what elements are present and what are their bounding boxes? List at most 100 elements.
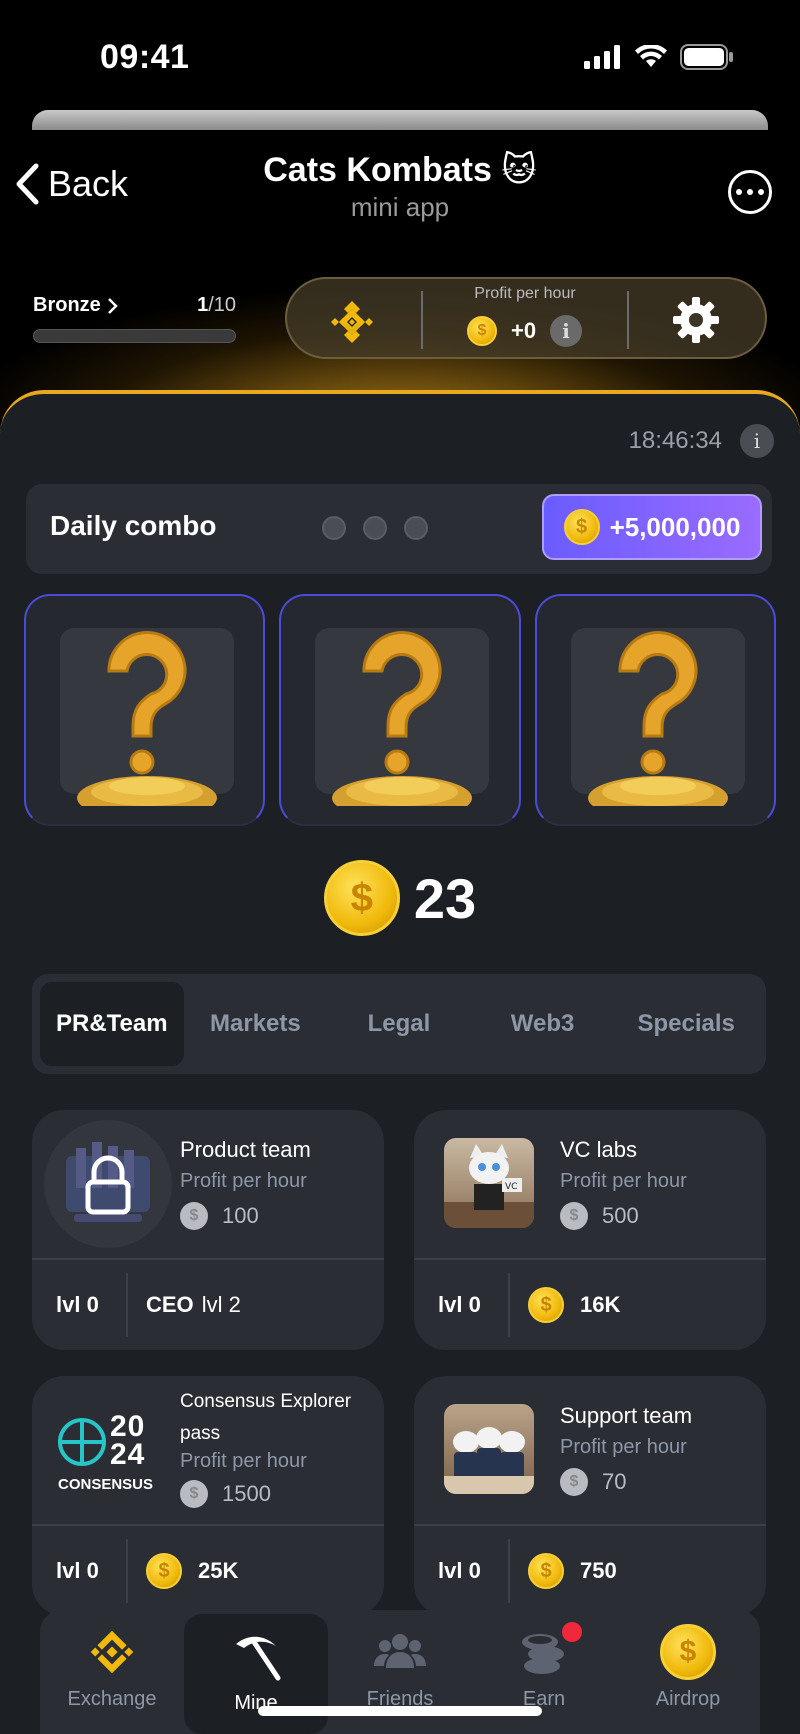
card-bottom: lvl 0 $ 16K xyxy=(414,1260,766,1350)
info-icon[interactable]: i xyxy=(740,424,774,458)
more-options-button[interactable] xyxy=(728,170,772,214)
tab-specials[interactable]: Specials xyxy=(614,982,758,1066)
card-title: Consensus Explorer pass xyxy=(180,1391,352,1444)
nav-label: Airdrop xyxy=(655,1688,721,1710)
balance-value: 23 xyxy=(413,866,477,930)
combo-timer: 18:46:34 i xyxy=(629,424,774,458)
daily-combo-title: Daily combo xyxy=(50,510,217,541)
card-level: lvl 0 xyxy=(438,1292,481,1317)
consensus-logo: 20 24 CONSENSUS xyxy=(56,1412,166,1502)
home-indicator xyxy=(258,1706,542,1716)
lock-icon xyxy=(66,1142,150,1222)
support-team-image xyxy=(444,1404,534,1494)
settings-button[interactable] xyxy=(671,295,721,350)
page-subtitle: mini app xyxy=(350,192,450,222)
card-profit: $ 100 xyxy=(180,1202,259,1230)
nav-airdrop[interactable]: $ Airdrop xyxy=(616,1610,760,1734)
card-top: VC VC labs Profit per hour $ 500 xyxy=(414,1110,766,1258)
combo-slot[interactable] xyxy=(534,594,776,826)
dot-icon xyxy=(747,189,753,195)
pill-divider xyxy=(627,291,629,349)
coin-icon: $ xyxy=(180,1202,208,1230)
card-top: Product team Profit per hour $ 100 xyxy=(32,1110,384,1258)
binance-icon xyxy=(90,1630,134,1674)
card-top: Support team Profit per hour $ 70 xyxy=(414,1376,766,1524)
title-block: Cats Kombats 🐱 mini app xyxy=(0,150,800,223)
coin-icon: $ xyxy=(180,1480,208,1508)
nav-mine[interactable]: Mine xyxy=(184,1614,328,1734)
combo-progress-dots xyxy=(320,514,430,542)
combo-reward-button[interactable]: $ +5,000,000 xyxy=(542,494,762,560)
combo-reward-value: +5,000,000 xyxy=(609,511,741,542)
question-mark-icon xyxy=(587,631,728,806)
card-profit-label: Profit per hour xyxy=(560,1170,687,1192)
coin-icon: $ xyxy=(560,1468,588,1496)
card-profit: $ 70 xyxy=(560,1468,626,1496)
card-cost-value: 16K xyxy=(580,1292,621,1317)
svg-text:VC: VC xyxy=(505,1182,517,1192)
level-progress[interactable]: Bronze 1/10 xyxy=(33,294,236,343)
combo-slot[interactable] xyxy=(279,594,521,826)
upgrade-card-vc-labs[interactable]: VC VC labs Profit per hour $ 500 lvl 0 $… xyxy=(414,1110,766,1350)
combo-dot xyxy=(402,514,430,542)
product-team-icon xyxy=(44,1120,172,1248)
card-bottom: lvl 0 CEO lvl 2 xyxy=(32,1260,384,1350)
timer-value: 18:46:34 xyxy=(628,427,722,454)
card-cost: $ 25K xyxy=(128,1553,238,1589)
profit-per-hour-label: Profit per hour xyxy=(474,285,576,302)
card-profit-label: Profit per hour xyxy=(180,1450,307,1472)
nav-label: Exchange xyxy=(67,1688,157,1710)
question-mark-icon xyxy=(77,631,217,806)
card-profit-label: Profit per hour xyxy=(180,1170,307,1192)
vc-labs-image: VC xyxy=(444,1138,534,1228)
gear-icon xyxy=(673,297,719,343)
category-tabs: PR&Team Markets Legal Web3 Specials xyxy=(32,974,766,1074)
tab-legal[interactable]: Legal xyxy=(327,982,471,1066)
coin-icon: $ xyxy=(563,509,600,545)
card-requirement: CEO lvl 2 xyxy=(128,1292,241,1318)
coin-icon: $ xyxy=(528,1287,564,1323)
combo-slot[interactable] xyxy=(24,594,266,826)
cat-icon: VC xyxy=(444,1144,534,1228)
nav-exchange[interactable]: Exchange xyxy=(40,1610,184,1734)
level-name-label: Bronze xyxy=(33,294,101,316)
friends-icon xyxy=(374,1634,426,1668)
tab-markets[interactable]: Markets xyxy=(184,982,328,1066)
consensus-wordmark: CONSENSUS xyxy=(58,1476,154,1493)
level-count: 1/10 xyxy=(197,294,236,317)
card-cost: $ 750 xyxy=(510,1553,617,1589)
tab-pr-team[interactable]: PR&Team xyxy=(40,982,184,1066)
profit-pill: Profit per hour $ +0 i xyxy=(285,277,767,359)
binance-icon xyxy=(331,301,373,343)
dot-icon xyxy=(758,189,764,195)
app-header: Back Cats Kombats 🐱 mini app xyxy=(0,140,800,240)
info-icon[interactable]: i xyxy=(550,315,583,347)
card-requirement-value: lvl 2 xyxy=(201,1292,241,1317)
coin-icon: $ xyxy=(660,1624,716,1680)
coin-icon: $ xyxy=(528,1553,564,1589)
card-profit-value: 500 xyxy=(602,1203,639,1228)
upgrade-card-support-team[interactable]: Support team Profit per hour $ 70 lvl 0 … xyxy=(414,1376,766,1616)
sheet-top-edge xyxy=(32,110,768,130)
coin-icon: $ xyxy=(323,860,400,936)
signal-icon xyxy=(584,45,620,69)
combo-dot xyxy=(361,514,389,542)
upgrade-card-product-team[interactable]: Product team Profit per hour $ 100 lvl 0… xyxy=(32,1110,384,1350)
pickaxe-icon xyxy=(236,1636,281,1681)
card-profit-value: 100 xyxy=(222,1203,259,1228)
profit-value: +0 xyxy=(511,318,537,343)
tab-web3[interactable]: Web3 xyxy=(471,982,615,1066)
battery-icon xyxy=(680,44,733,70)
level-total: /10 xyxy=(208,294,236,316)
coin-icon: $ xyxy=(467,316,497,346)
exchange-button[interactable] xyxy=(327,297,377,352)
cats-team-icon xyxy=(444,1427,534,1494)
card-profit: $ 1500 xyxy=(180,1480,271,1508)
upgrade-cards: Product team Profit per hour $ 100 lvl 0… xyxy=(32,1110,766,1616)
card-level: lvl 0 xyxy=(56,1292,99,1317)
daily-combo-bar: Daily combo $ +5,000,000 xyxy=(26,484,772,574)
card-title: VC labs xyxy=(560,1137,638,1162)
card-bottom: lvl 0 $ 25K xyxy=(32,1526,384,1616)
card-title: Support team xyxy=(560,1403,693,1428)
upgrade-card-consensus[interactable]: 20 24 CONSENSUS Consensus Explorer pass … xyxy=(32,1376,384,1616)
